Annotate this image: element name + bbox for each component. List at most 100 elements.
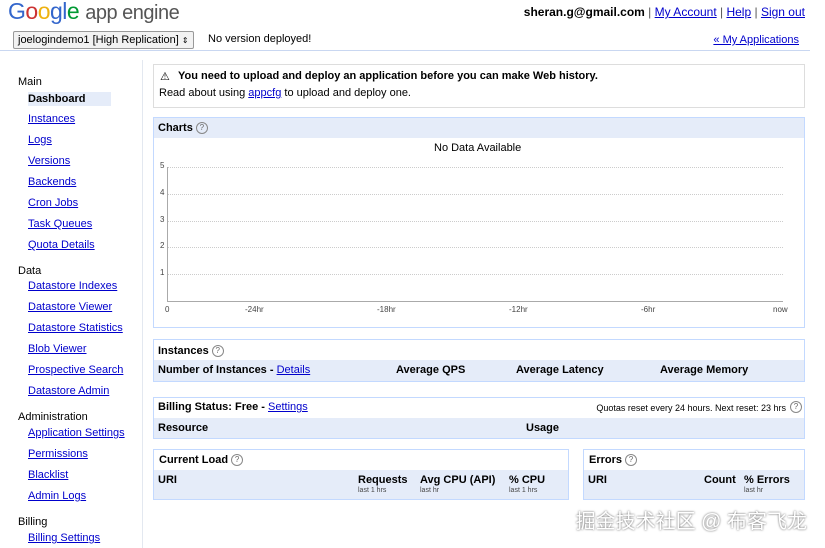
y-tick-label: 4: [160, 187, 165, 197]
sidebar-section-administration: Administration: [18, 411, 88, 423]
y-tick-label: 2: [160, 241, 165, 251]
y-tick-label: 5: [160, 161, 165, 170]
chart-gridline: [167, 193, 783, 195]
errors-title: Errors?: [589, 454, 638, 466]
help-icon[interactable]: ?: [790, 401, 802, 413]
my-applications-link[interactable]: « My Applications: [713, 34, 799, 46]
help-icon[interactable]: ?: [211, 345, 224, 357]
sidebar-item-instances[interactable]: Instances: [28, 113, 75, 125]
col-errors-uri: URI: [588, 474, 607, 486]
sidebar-item-admin-logs[interactable]: Admin Logs: [28, 490, 86, 502]
sidebar-item-cron-jobs[interactable]: Cron Jobs: [28, 197, 78, 209]
help-link[interactable]: Help: [726, 5, 751, 19]
x-tick-label: -24hr: [245, 305, 264, 314]
logo-google-text: Google: [8, 0, 80, 24]
col-requests: Requests: [358, 474, 408, 486]
billing-status: Billing Status: Free - Settings: [158, 401, 308, 413]
col-percent-errors: % Errors: [744, 474, 790, 486]
errors-panel: Errors? URI Count % Errors last hr: [583, 449, 805, 500]
appcfg-link[interactable]: appcfg: [248, 87, 281, 99]
col-average-qps: Average QPS: [396, 364, 466, 376]
logo-product-text: app engine: [85, 2, 180, 24]
app-engine-logo[interactable]: Google app engine: [8, 0, 180, 25]
app-status: No version deployed!: [208, 33, 312, 45]
select-arrows-icon: ⇕: [181, 36, 189, 45]
chart-x-axis: [167, 301, 783, 302]
col-uri: URI: [158, 474, 177, 486]
y-tick-label: 1: [160, 268, 165, 278]
sidebar-item-permissions[interactable]: Permissions: [28, 448, 88, 460]
warning-title: You need to upload and deploy an applica…: [178, 70, 598, 82]
sidebar-item-versions[interactable]: Versions: [28, 155, 70, 167]
col-avg-cpu-api: Avg CPU (API): [420, 474, 496, 486]
billing-panel: Billing Status: Free - Settings Quotas r…: [153, 397, 805, 439]
sidebar-item-datastore-indexes[interactable]: Datastore Indexes: [28, 280, 117, 292]
billing-settings-link[interactable]: Settings: [268, 401, 308, 413]
sidebar-item-logs[interactable]: Logs: [28, 134, 52, 146]
chart-gridline: [167, 220, 783, 222]
instances-columns: Number of Instances - Details Average QP…: [154, 360, 804, 381]
chart-gridline: [167, 167, 783, 168]
instances-panel: Instances? Number of Instances - Details…: [153, 339, 805, 382]
current-load-columns: URI Requests last 1 hrs Avg CPU (API) la…: [154, 470, 568, 499]
help-icon[interactable]: ?: [231, 454, 244, 466]
col-avg-cpu-api-sub: last hr: [420, 487, 440, 494]
x-tick-label: -18hr: [377, 305, 396, 314]
warning-icon: ⚠: [160, 71, 170, 83]
instances-details-link[interactable]: Details: [277, 364, 311, 376]
col-resource: Resource: [158, 422, 209, 434]
col-requests-sub: last 1 hrs: [358, 487, 387, 494]
chart-gridline: [167, 247, 783, 249]
sidebar-item-blob-viewer[interactable]: Blob Viewer: [28, 343, 87, 355]
sidebar-nav: Main Dashboard Instances Logs Versions B…: [0, 60, 143, 548]
charts-header: Charts?: [154, 118, 804, 138]
current-load-panel: Current Load? URI Requests last 1 hrs Av…: [153, 449, 569, 500]
y-tick-label: 3: [160, 214, 165, 224]
instances-title: Instances: [158, 345, 209, 357]
deploy-warning: ⚠ You need to upload and deploy an appli…: [153, 64, 805, 108]
sidebar-item-task-queues[interactable]: Task Queues: [28, 218, 92, 230]
col-number-of-instances: Number of Instances - Details: [158, 364, 311, 376]
sidebar-item-dashboard[interactable]: Dashboard: [28, 92, 111, 106]
col-count: Count: [704, 474, 736, 486]
sidebar-item-quota-details[interactable]: Quota Details: [28, 239, 95, 251]
instances-header: Instances?: [154, 340, 804, 360]
col-average-latency: Average Latency: [516, 364, 604, 376]
sidebar-item-blacklist[interactable]: Blacklist: [28, 469, 68, 481]
y-tick-label: 0: [165, 305, 170, 314]
current-load-title: Current Load?: [159, 454, 244, 466]
app-select-value: joelogindemo1 [High Replication]: [18, 34, 179, 46]
x-tick-label: now: [773, 305, 788, 314]
sidebar-item-datastore-viewer[interactable]: Datastore Viewer: [28, 301, 112, 313]
x-tick-label: -12hr: [509, 305, 528, 314]
help-icon[interactable]: ?: [625, 454, 638, 466]
sidebar-section-main: Main: [18, 76, 42, 88]
sidebar-item-prospective-search[interactable]: Prospective Search: [28, 364, 123, 376]
charts-title: Charts: [158, 122, 193, 134]
sidebar-section-billing: Billing: [18, 516, 48, 528]
sidebar-item-datastore-admin[interactable]: Datastore Admin: [28, 385, 109, 397]
chart-no-data: No Data Available: [434, 142, 522, 154]
col-percent-cpu-sub: last 1 hrs: [509, 487, 538, 494]
sidebar-item-datastore-statistics[interactable]: Datastore Statistics: [28, 322, 123, 334]
chart-gridline: [167, 274, 783, 276]
errors-columns: URI Count % Errors last hr: [584, 470, 804, 499]
help-icon[interactable]: ?: [195, 122, 208, 134]
billing-columns: Resource Usage: [154, 418, 804, 438]
top-links: sheran.g@gmail.com | My Account | Help |…: [523, 5, 805, 19]
chart-y-axis: [167, 167, 168, 301]
sidebar-item-application-settings[interactable]: Application Settings: [28, 427, 125, 439]
col-usage: Usage: [526, 422, 560, 434]
col-average-memory: Average Memory: [660, 364, 749, 376]
quota-reset-note: Quotas reset every 24 hours. Next reset:…: [596, 403, 786, 413]
my-account-link[interactable]: My Account: [655, 5, 717, 19]
sidebar-item-backends[interactable]: Backends: [28, 176, 76, 188]
col-percent-errors-sub: last hr: [744, 487, 764, 494]
sidebar-section-data: Data: [18, 265, 42, 277]
app-select[interactable]: joelogindemo1 [High Replication] ⇕: [13, 31, 194, 49]
sidebar-item-billing-settings[interactable]: Billing Settings: [28, 532, 100, 544]
user-email: sheran.g@gmail.com: [523, 5, 645, 19]
col-percent-cpu: % CPU: [509, 474, 546, 486]
x-tick-label: -6hr: [641, 305, 656, 314]
sign-out-link[interactable]: Sign out: [761, 5, 805, 19]
